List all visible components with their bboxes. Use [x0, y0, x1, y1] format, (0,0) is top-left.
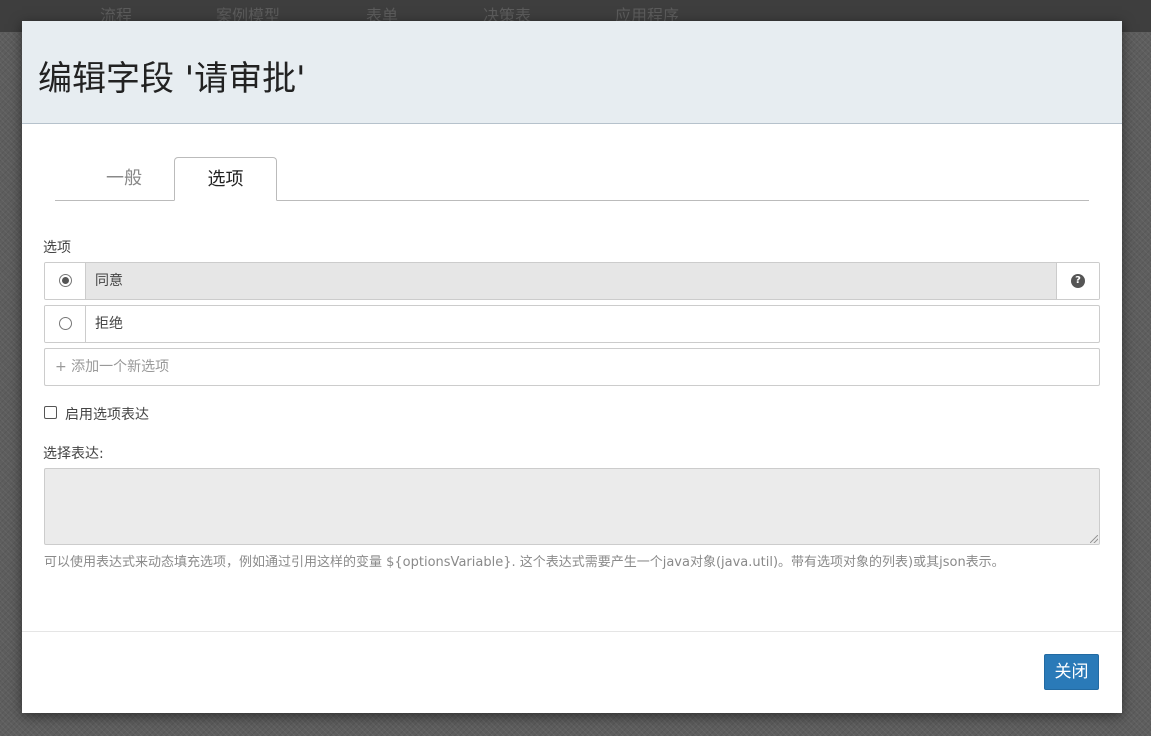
option-radio-reject[interactable]	[59, 317, 72, 330]
option-row-agree[interactable]: 同意 ?	[44, 262, 1100, 300]
option-row-reject[interactable]: 拒绝	[44, 305, 1100, 343]
option-radio-agree[interactable]	[59, 274, 72, 287]
dialog-title: 编辑字段 '请审批'	[38, 59, 306, 99]
tab-options[interactable]: 选项	[174, 157, 277, 201]
expression-label: 选择表达:	[43, 446, 104, 462]
add-option-input[interactable]: + 添加一个新选项	[44, 348, 1100, 386]
option-label-agree[interactable]: 同意	[95, 263, 123, 299]
expression-textarea[interactable]	[44, 468, 1100, 545]
enable-expression-label[interactable]: 启用选项表达	[65, 404, 149, 424]
edit-field-dialog: 编辑字段 '请审批' 一般 选项 选项 同意 ? 拒绝 + 添加一个新选项 启用…	[22, 21, 1122, 713]
option-help-cell: ?	[1056, 263, 1099, 299]
tab-general[interactable]: 一般	[74, 157, 174, 201]
resize-grip[interactable]	[1090, 535, 1098, 543]
option-row-highlight	[86, 263, 1057, 299]
question-circle-icon[interactable]: ?	[1071, 274, 1085, 288]
option-radio-cell	[45, 306, 86, 342]
footer-divider	[22, 631, 1122, 632]
option-radio-cell	[45, 263, 86, 299]
dialog-header: 编辑字段 '请审批'	[22, 21, 1122, 124]
option-label-reject[interactable]: 拒绝	[95, 306, 123, 342]
enable-expression-checkbox[interactable]	[44, 406, 57, 419]
options-label: 选项	[43, 240, 71, 256]
expression-help-text: 可以使用表达式来动态填充选项，例如通过引用这样的变量 ${optionsVari…	[44, 555, 1005, 570]
close-button[interactable]: 关闭	[1044, 654, 1099, 690]
